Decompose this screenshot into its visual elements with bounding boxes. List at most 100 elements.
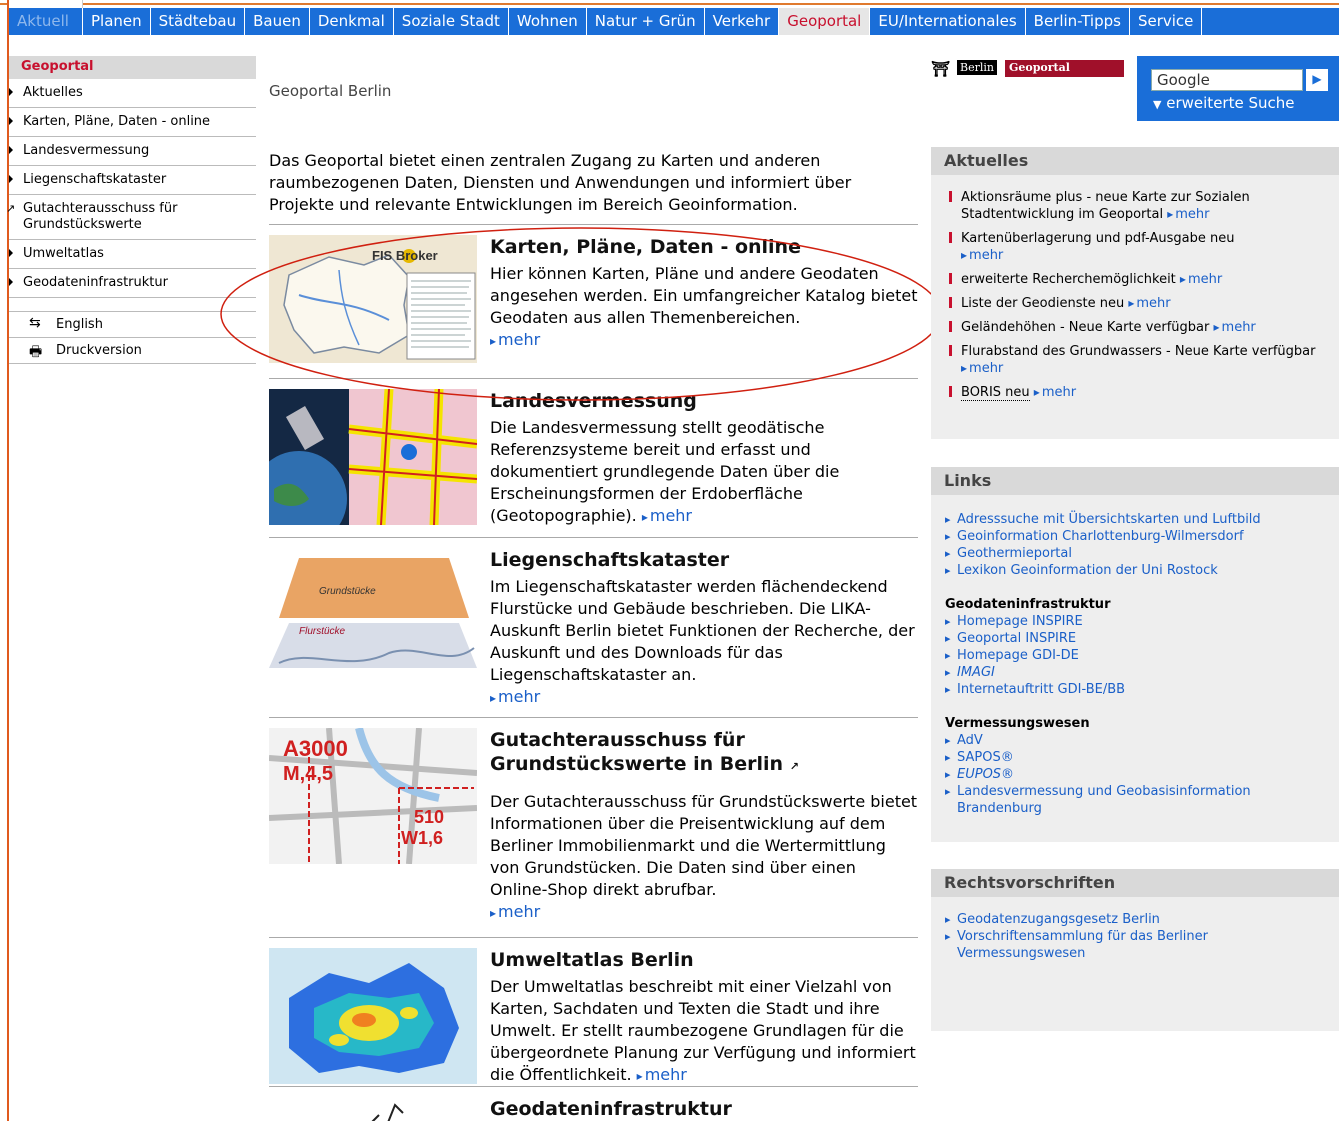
link-adv[interactable]: AdV: [945, 732, 1325, 749]
section-umweltatlas: Umweltatlas Berlin Der Umweltatlas besch…: [269, 938, 918, 1087]
more-link[interactable]: mehr: [490, 902, 540, 921]
top-strip: [0, 0, 1339, 10]
sidebar-item-liegenschaftskataster[interactable]: Liegenschaftskataster: [9, 166, 256, 195]
more-link[interactable]: mehr: [961, 361, 1003, 376]
link-landesvermessung-brandenburg[interactable]: Landesvermessung und Geobasisinformation…: [945, 783, 1325, 817]
more-link[interactable]: mehr: [1214, 320, 1256, 335]
news-marker: [949, 321, 952, 332]
sidebar-item-aktuelles[interactable]: Aktuelles: [9, 79, 256, 108]
satellite-map-thumbnail: [251, 388, 478, 547]
link-imagi[interactable]: IMAGI: [945, 664, 1325, 681]
link-geoinformation-charlottenburg[interactable]: Geoinformation Charlottenburg-Wilmersdor…: [945, 528, 1325, 545]
section-title[interactable]: Geodateninfrastruktur: [490, 1097, 918, 1121]
arrow-right-icon: [9, 175, 13, 183]
link-homepage-inspire[interactable]: Homepage INSPIRE: [945, 613, 1325, 630]
geodateninfrastruktur-thumbnail[interactable]: [269, 1097, 477, 1121]
link-geoportal-inspire[interactable]: Geoportal INSPIRE: [945, 630, 1325, 647]
news-marker: [949, 297, 952, 308]
link-adresssuche[interactable]: Adresssuche mit Übersichtskarten und Luf…: [945, 511, 1325, 528]
link-lexikon-geoinformation[interactable]: Lexikon Geoinformation der Uni Rostock: [945, 562, 1325, 579]
section-body: Umweltatlas Berlin Der Umweltatlas besch…: [490, 938, 918, 1095]
more-link[interactable]: mehr: [637, 1065, 687, 1084]
search-input[interactable]: Google: [1151, 69, 1303, 91]
section-description: Der Gutachterausschuss für Grundstückswe…: [490, 792, 918, 899]
more-link[interactable]: mehr: [1167, 207, 1209, 222]
top-navigation: Aktuell Planen Städtebau Bauen Denkmal S…: [9, 8, 1339, 35]
liegenschaftskataster-thumbnail[interactable]: Grundstücke Flurstücke: [269, 548, 477, 683]
links-box-title: Links: [931, 467, 1339, 495]
link-vorschriftensammlung[interactable]: Vorschriftensammlung für das Berliner Ve…: [945, 928, 1325, 962]
search-submit-button[interactable]: ▶: [1306, 69, 1328, 91]
news-box: Aktuelles Aktionsräume plus - neue Karte…: [931, 147, 1339, 439]
language-switch-icon: ⇆: [29, 315, 41, 331]
search-box: Google ▶ ▼ erweiterte Suche: [1137, 56, 1339, 121]
value-a3000-label: A3000: [283, 736, 348, 761]
more-link[interactable]: mehr: [1180, 272, 1222, 287]
advanced-search-label: erweiterte Suche: [1166, 94, 1295, 112]
nav-item-service[interactable]: Service: [1130, 8, 1203, 35]
news-marker: [949, 191, 952, 202]
external-link-icon: ↗: [789, 760, 799, 773]
brandenburg-gate-icon: ⛩: [931, 60, 951, 78]
vermessungswesen-subheading: Vermessungswesen: [945, 716, 1090, 731]
news-text: BORIS neu: [961, 385, 1030, 401]
nav-item-denkmal[interactable]: Denkmal: [310, 8, 394, 35]
link-eupos[interactable]: EUPOS®: [945, 766, 1325, 783]
cadastre-layers-thumbnail: Grundstücke Flurstücke: [269, 558, 477, 668]
section-text: Im Liegenschaftskataster werden flächend…: [490, 576, 918, 709]
link-homepage-gdi-de[interactable]: Homepage GDI-DE: [945, 647, 1325, 664]
news-text: erweiterte Recherchemöglichkeit: [961, 272, 1176, 287]
gutachterausschuss-thumbnail[interactable]: A3000 M,4,5 510 W1,6: [268, 727, 478, 865]
section-body: Gutachterausschuss für Grundstückswerte …: [490, 718, 918, 932]
sidebar-item-label: Aktuelles: [23, 85, 83, 100]
section-title[interactable]: Liegenschaftskataster: [490, 548, 918, 572]
nav-item-bauen[interactable]: Bauen: [245, 8, 310, 35]
more-link[interactable]: mehr: [1128, 296, 1170, 311]
news-item: Kartenüberlagerung und pdf-Ausgabe neu me…: [945, 230, 1325, 264]
sidebar-item-label: Umweltatlas: [23, 246, 104, 261]
external-link-icon: ↗: [6, 202, 16, 215]
nav-item-staedtebau[interactable]: Städtebau: [151, 8, 246, 35]
more-link[interactable]: mehr: [961, 248, 1003, 263]
land-value-map-thumbnail: A3000 M,4,5 510 W1,6: [268, 727, 478, 865]
news-marker: [949, 273, 952, 284]
nav-item-natur-gruen[interactable]: Natur + Grün: [587, 8, 705, 35]
more-link[interactable]: mehr: [1034, 385, 1076, 400]
sidebar-item-landesvermessung[interactable]: Landesvermessung: [9, 137, 256, 166]
nav-item-aktuell[interactable]: Aktuell: [9, 8, 83, 35]
section-title[interactable]: Gutachterausschuss für Grundstückswerte …: [490, 728, 918, 779]
more-link[interactable]: mehr: [490, 687, 540, 706]
nav-item-berlin-tipps[interactable]: Berlin-Tipps: [1026, 8, 1130, 35]
section-title[interactable]: Umweltatlas Berlin: [490, 948, 918, 972]
more-link[interactable]: mehr: [642, 506, 692, 525]
grundstuecke-label: Grundstücke: [319, 586, 376, 597]
sidebar-item-karten[interactable]: Karten, Pläne, Daten - online: [9, 108, 256, 137]
sidebar-item-label: Landesvermessung: [23, 143, 150, 158]
nav-item-geoportal[interactable]: Geoportal: [779, 8, 871, 35]
sidebar-item-label: Geodateninfrastruktur: [23, 275, 168, 290]
sidebar-title[interactable]: Geoportal: [9, 56, 256, 79]
nav-item-eu-internationales[interactable]: EU/Internationales: [870, 8, 1026, 35]
printer-icon: 🖶: [29, 344, 43, 360]
link-sapos[interactable]: SAPOS®: [945, 749, 1325, 766]
regulations-box-title: Rechtsvorschriften: [931, 869, 1339, 897]
intro-text: Das Geoportal bietet einen zentralen Zug…: [269, 150, 918, 225]
arrow-right-icon: [9, 117, 13, 125]
link-geothermieportal[interactable]: Geothermieportal: [945, 545, 1325, 562]
landesvermessung-thumbnail[interactable]: [251, 388, 478, 547]
news-item: Geländehöhen - Neue Karte verfügbar mehr: [945, 319, 1325, 336]
advanced-search-link[interactable]: ▼ erweiterte Suche: [1153, 94, 1294, 112]
nav-item-verkehr[interactable]: Verkehr: [705, 8, 780, 35]
nav-item-wohnen[interactable]: Wohnen: [509, 8, 587, 35]
logo-geoportal-text: Geoportal: [1005, 60, 1124, 77]
link-gdi-be-bb[interactable]: Internetauftritt GDI-BE/BB: [945, 681, 1325, 698]
nav-item-planen[interactable]: Planen: [83, 8, 151, 35]
section-description: Der Umweltatlas beschreibt mit einer Vie…: [490, 977, 916, 1084]
regulations-box: Rechtsvorschriften Geodatenzugangsgesetz…: [931, 869, 1339, 1031]
section-geodateninfrastruktur: Geodateninfrastruktur: [269, 1087, 918, 1121]
umweltatlas-thumbnail[interactable]: [269, 948, 477, 1084]
link-geodatenzugangsgesetz[interactable]: Geodatenzugangsgesetz Berlin: [945, 911, 1325, 928]
nav-item-soziale-stadt[interactable]: Soziale Stadt: [394, 8, 509, 35]
news-text: Geländehöhen - Neue Karte verfügbar: [961, 320, 1210, 335]
links-box: Links Adresssuche mit Übersichtskarten u…: [931, 467, 1339, 842]
